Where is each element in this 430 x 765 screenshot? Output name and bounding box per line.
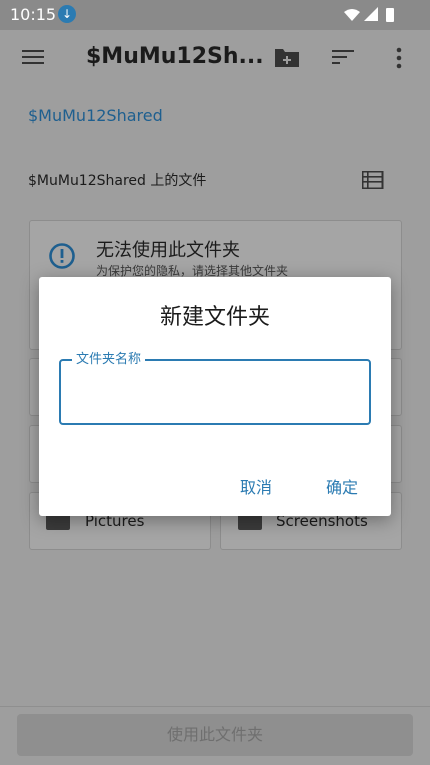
folder-name-label: 文件夹名称	[72, 348, 146, 367]
new-folder-icon[interactable]	[274, 46, 300, 68]
warning-title: 无法使用此文件夹	[96, 240, 240, 261]
battery-icon	[386, 8, 394, 22]
breadcrumb[interactable]: $MuMu12Shared	[28, 106, 163, 125]
app-title: $MuMu12Sh...	[86, 44, 264, 69]
info-icon	[49, 243, 75, 269]
signal-icon	[364, 7, 378, 21]
dialog-title: 新建文件夹	[159, 305, 270, 330]
use-folder-button[interactable]: 使用此文件夹	[17, 714, 413, 756]
section-label: $MuMu12Shared 上的文件	[28, 173, 207, 189]
status-icons	[344, 7, 394, 22]
status-time: 10:15	[10, 5, 57, 24]
download-icon: ↓	[58, 5, 76, 23]
more-vert-icon[interactable]	[395, 47, 403, 69]
list-view-icon[interactable]	[362, 171, 384, 189]
wifi-icon	[344, 9, 360, 21]
cancel-button[interactable]: 取消	[240, 474, 272, 498]
folder-name-input[interactable]	[71, 377, 363, 407]
new-folder-dialog: 新建文件夹 文件夹名称 取消 确定	[39, 277, 391, 516]
menu-icon[interactable]	[22, 49, 46, 67]
folder-name-field[interactable]	[59, 359, 371, 425]
sort-icon[interactable]	[332, 49, 356, 67]
confirm-button[interactable]: 确定	[326, 474, 358, 498]
